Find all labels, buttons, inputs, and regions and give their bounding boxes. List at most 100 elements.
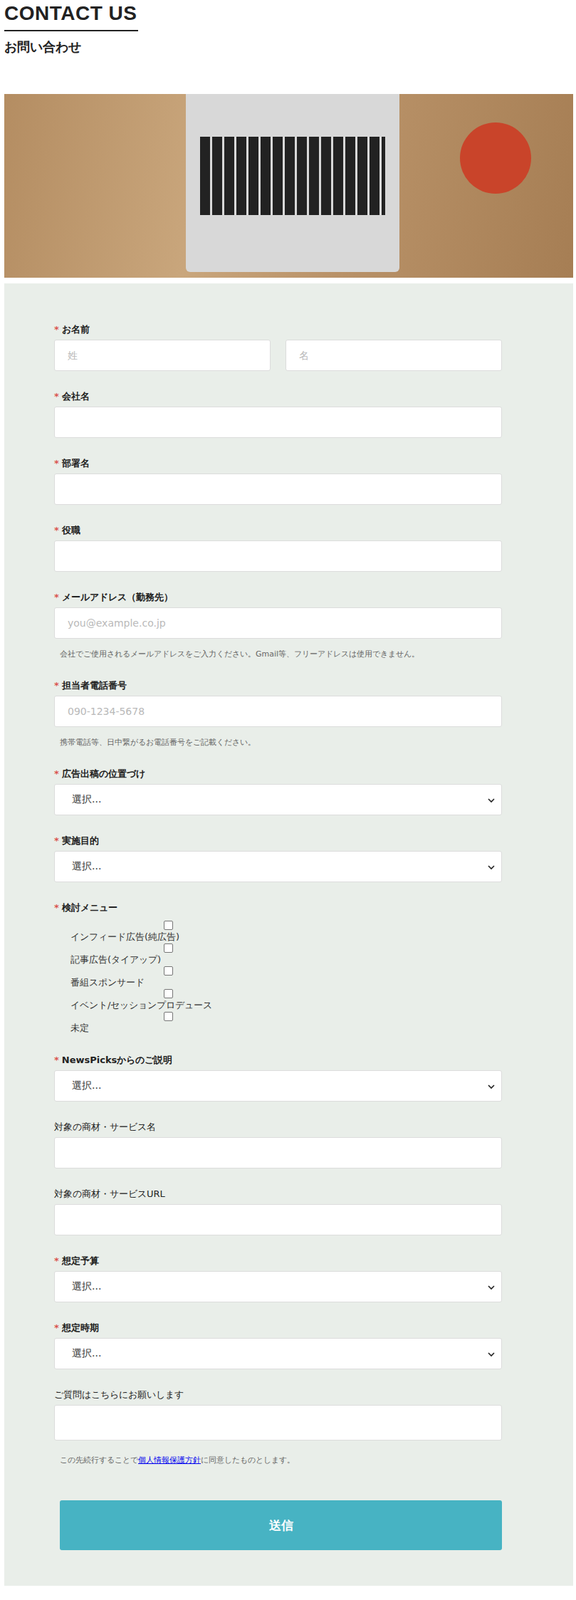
select-dropdown[interactable]: 選択... xyxy=(54,850,502,883)
select-value: 選択... xyxy=(71,1079,102,1093)
form-field: *メールアドレス（勤務先） 会社でご使用されるメールアドレスをご入力ください。Gm… xyxy=(54,590,502,661)
text-input[interactable] xyxy=(54,695,502,727)
label-text: 部署名 xyxy=(61,457,90,469)
checkbox-item[interactable]: 未定 xyxy=(70,1011,502,1035)
field-label: *想定時期 xyxy=(54,1321,502,1335)
select-value: 選択... xyxy=(71,1280,102,1293)
field-label: *担当者電話番号 xyxy=(54,679,502,693)
help-text: 会社でご使用されるメールアドレスをご入力ください。Gmail等、フリーアドレスは… xyxy=(59,648,502,661)
header: CONTACT US お問い合わせ xyxy=(4,0,574,56)
field-label: *役職 xyxy=(54,524,502,537)
hero-photo xyxy=(4,93,574,278)
form-field: *会社名 xyxy=(54,390,502,438)
label-text: 検討メニュー xyxy=(61,902,118,913)
chevron-down-icon xyxy=(487,1349,496,1359)
select-value: 選択... xyxy=(71,793,102,806)
page-subtitle: お問い合わせ xyxy=(4,38,574,56)
mug-shape xyxy=(459,122,532,194)
contact-form: *お名前*会社名*部署名*役職*メールアドレス（勤務先）会社でご使用されるメール… xyxy=(4,283,574,1586)
help-text: 携帯電話等、日中繋がるお電話番号をご記載ください。 xyxy=(59,736,502,749)
checkbox[interactable] xyxy=(163,920,174,930)
first-name-input[interactable] xyxy=(285,339,502,371)
form-field: ご質問はこちらにお願いします xyxy=(54,1388,502,1441)
form-field: *NewsPicksからのご説明選択... xyxy=(54,1053,502,1102)
label-text: 想定予算 xyxy=(61,1255,99,1266)
field-label: *部署名 xyxy=(54,457,502,470)
select-dropdown[interactable]: 選択... xyxy=(54,1070,502,1102)
label-text: メールアドレス（勤務先） xyxy=(61,591,174,603)
field-label: *実施目的 xyxy=(54,834,502,848)
submit-button[interactable]: 送信 xyxy=(59,1500,502,1551)
field-label: 対象の商材・サービスURL xyxy=(54,1187,502,1201)
checkbox[interactable] xyxy=(163,1011,174,1021)
select-value: 選択... xyxy=(71,860,102,873)
select-value: 選択... xyxy=(71,1347,102,1360)
checkbox[interactable] xyxy=(163,943,174,953)
text-input[interactable] xyxy=(54,607,502,639)
checkbox-item[interactable]: イベント/セッションプロデュース xyxy=(70,988,502,1012)
form-field: *お名前 xyxy=(54,323,502,371)
label-text: お名前 xyxy=(61,323,90,335)
form-field: *想定時期選択... xyxy=(54,1321,502,1370)
form-field: *検討メニューインフィード広告(純広告)記事広告(タイアップ) 番組スポンサードイ… xyxy=(54,901,502,1035)
required-mark: * xyxy=(54,1322,60,1333)
required-mark: * xyxy=(54,323,60,335)
checkbox-label: インフィード広告(純広告) xyxy=(70,930,502,943)
consent-after: に同意したものとします。 xyxy=(200,1455,295,1465)
label-text: ご質問はこちらにお願いします xyxy=(54,1389,184,1400)
checkbox-item[interactable]: 番組スポンサード xyxy=(70,966,502,989)
label-text: 会社名 xyxy=(61,390,90,402)
form-field: *想定予算選択... xyxy=(54,1254,502,1303)
checkbox[interactable] xyxy=(163,966,174,976)
page-title: CONTACT US xyxy=(4,1,139,32)
form-field: 対象の商材・サービスURL xyxy=(54,1187,502,1236)
text-input[interactable] xyxy=(54,1137,502,1169)
select-dropdown[interactable]: 選択... xyxy=(54,1270,502,1303)
checkbox-item[interactable]: 記事広告(タイアップ) xyxy=(70,943,502,967)
required-mark: * xyxy=(54,390,60,402)
checkbox-label: 番組スポンサード xyxy=(70,976,502,989)
form-field: 対象の商材・サービス名 xyxy=(54,1120,502,1169)
select-dropdown[interactable]: 選択... xyxy=(54,783,502,816)
page: CONTACT USお問い合わせ*お名前*会社名*部署名*役職*メールアドレス（… xyxy=(0,0,576,1595)
label-text: 想定時期 xyxy=(61,1322,99,1333)
required-mark: * xyxy=(54,1255,60,1266)
text-input[interactable] xyxy=(54,406,502,438)
required-mark: * xyxy=(54,1054,60,1066)
checkbox-item[interactable]: インフィード広告(純広告) xyxy=(70,920,502,944)
form-field: *実施目的選択... xyxy=(54,834,502,883)
question-textarea[interactable] xyxy=(54,1404,502,1441)
text-input[interactable] xyxy=(54,540,502,572)
field-label: *広告出稿の位置づけ xyxy=(54,767,502,781)
required-mark: * xyxy=(54,524,60,536)
text-input[interactable] xyxy=(54,473,502,505)
label-text: 広告出稿の位置づけ xyxy=(61,768,146,779)
required-mark: * xyxy=(54,591,60,603)
label-text: 対象の商材・サービス名 xyxy=(54,1121,156,1133)
chevron-down-icon xyxy=(487,796,496,805)
form-field: *部署名 xyxy=(54,457,502,505)
checkbox[interactable] xyxy=(163,988,174,999)
chevron-down-icon xyxy=(487,862,496,872)
field-label: ご質問はこちらにお願いします xyxy=(54,1388,502,1402)
label-text: 実施目的 xyxy=(61,835,99,846)
field-label: 対象の商材・サービス名 xyxy=(54,1120,502,1134)
checkbox-list: インフィード広告(純広告)記事広告(タイアップ) 番組スポンサードイベント/セッシ… xyxy=(54,917,502,1035)
form-field: *広告出稿の位置づけ選択... xyxy=(54,767,502,816)
label-text: 対象の商材・サービスURL xyxy=(54,1188,166,1199)
text-input[interactable] xyxy=(54,1203,502,1236)
form-field: *担当者電話番号携帯電話等、日中繋がるお電話番号をご記載ください。 xyxy=(54,679,502,749)
field-label: *想定予算 xyxy=(54,1254,502,1268)
checkbox-label: 未定 xyxy=(70,1021,502,1034)
last-name-input[interactable] xyxy=(54,339,271,371)
select-dropdown[interactable]: 選択... xyxy=(54,1337,502,1370)
required-mark: * xyxy=(54,679,60,691)
required-mark: * xyxy=(54,457,60,469)
keyboard-shape xyxy=(200,136,386,216)
privacy-policy-link[interactable]: 個人情報保護方針 xyxy=(138,1455,201,1465)
consent-before: この先続行することで xyxy=(59,1455,139,1465)
field-label: *検討メニュー xyxy=(54,901,502,915)
field-label: *お名前 xyxy=(54,323,502,337)
checkbox-label: イベント/セッションプロデュース xyxy=(70,998,502,1012)
chevron-down-icon xyxy=(487,1283,496,1292)
